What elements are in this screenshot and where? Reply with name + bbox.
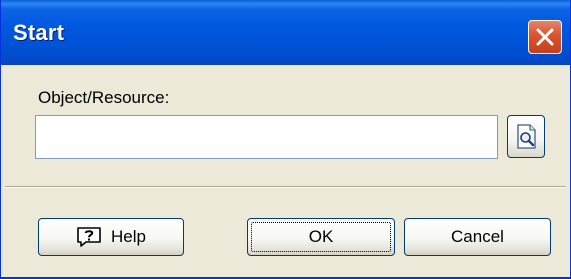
close-button[interactable] — [528, 20, 562, 54]
ok-button-label: OK — [308, 227, 334, 246]
title-bar[interactable]: Start — [1, 0, 570, 65]
help-question-icon — [76, 226, 102, 248]
help-button[interactable]: Help — [38, 218, 184, 256]
start-dialog: Start Object/Resource: Help OK Cancel — [0, 0, 571, 279]
cancel-button[interactable]: Cancel — [404, 218, 551, 256]
dialog-title: Start — [13, 20, 65, 45]
cancel-button-label: Cancel — [451, 227, 504, 246]
object-resource-input[interactable] — [35, 115, 498, 159]
ok-button[interactable]: OK — [247, 218, 395, 256]
separator — [5, 186, 566, 188]
browse-button[interactable] — [507, 115, 545, 158]
object-resource-label: Object/Resource: — [38, 88, 170, 107]
help-button-label: Help — [111, 227, 146, 246]
